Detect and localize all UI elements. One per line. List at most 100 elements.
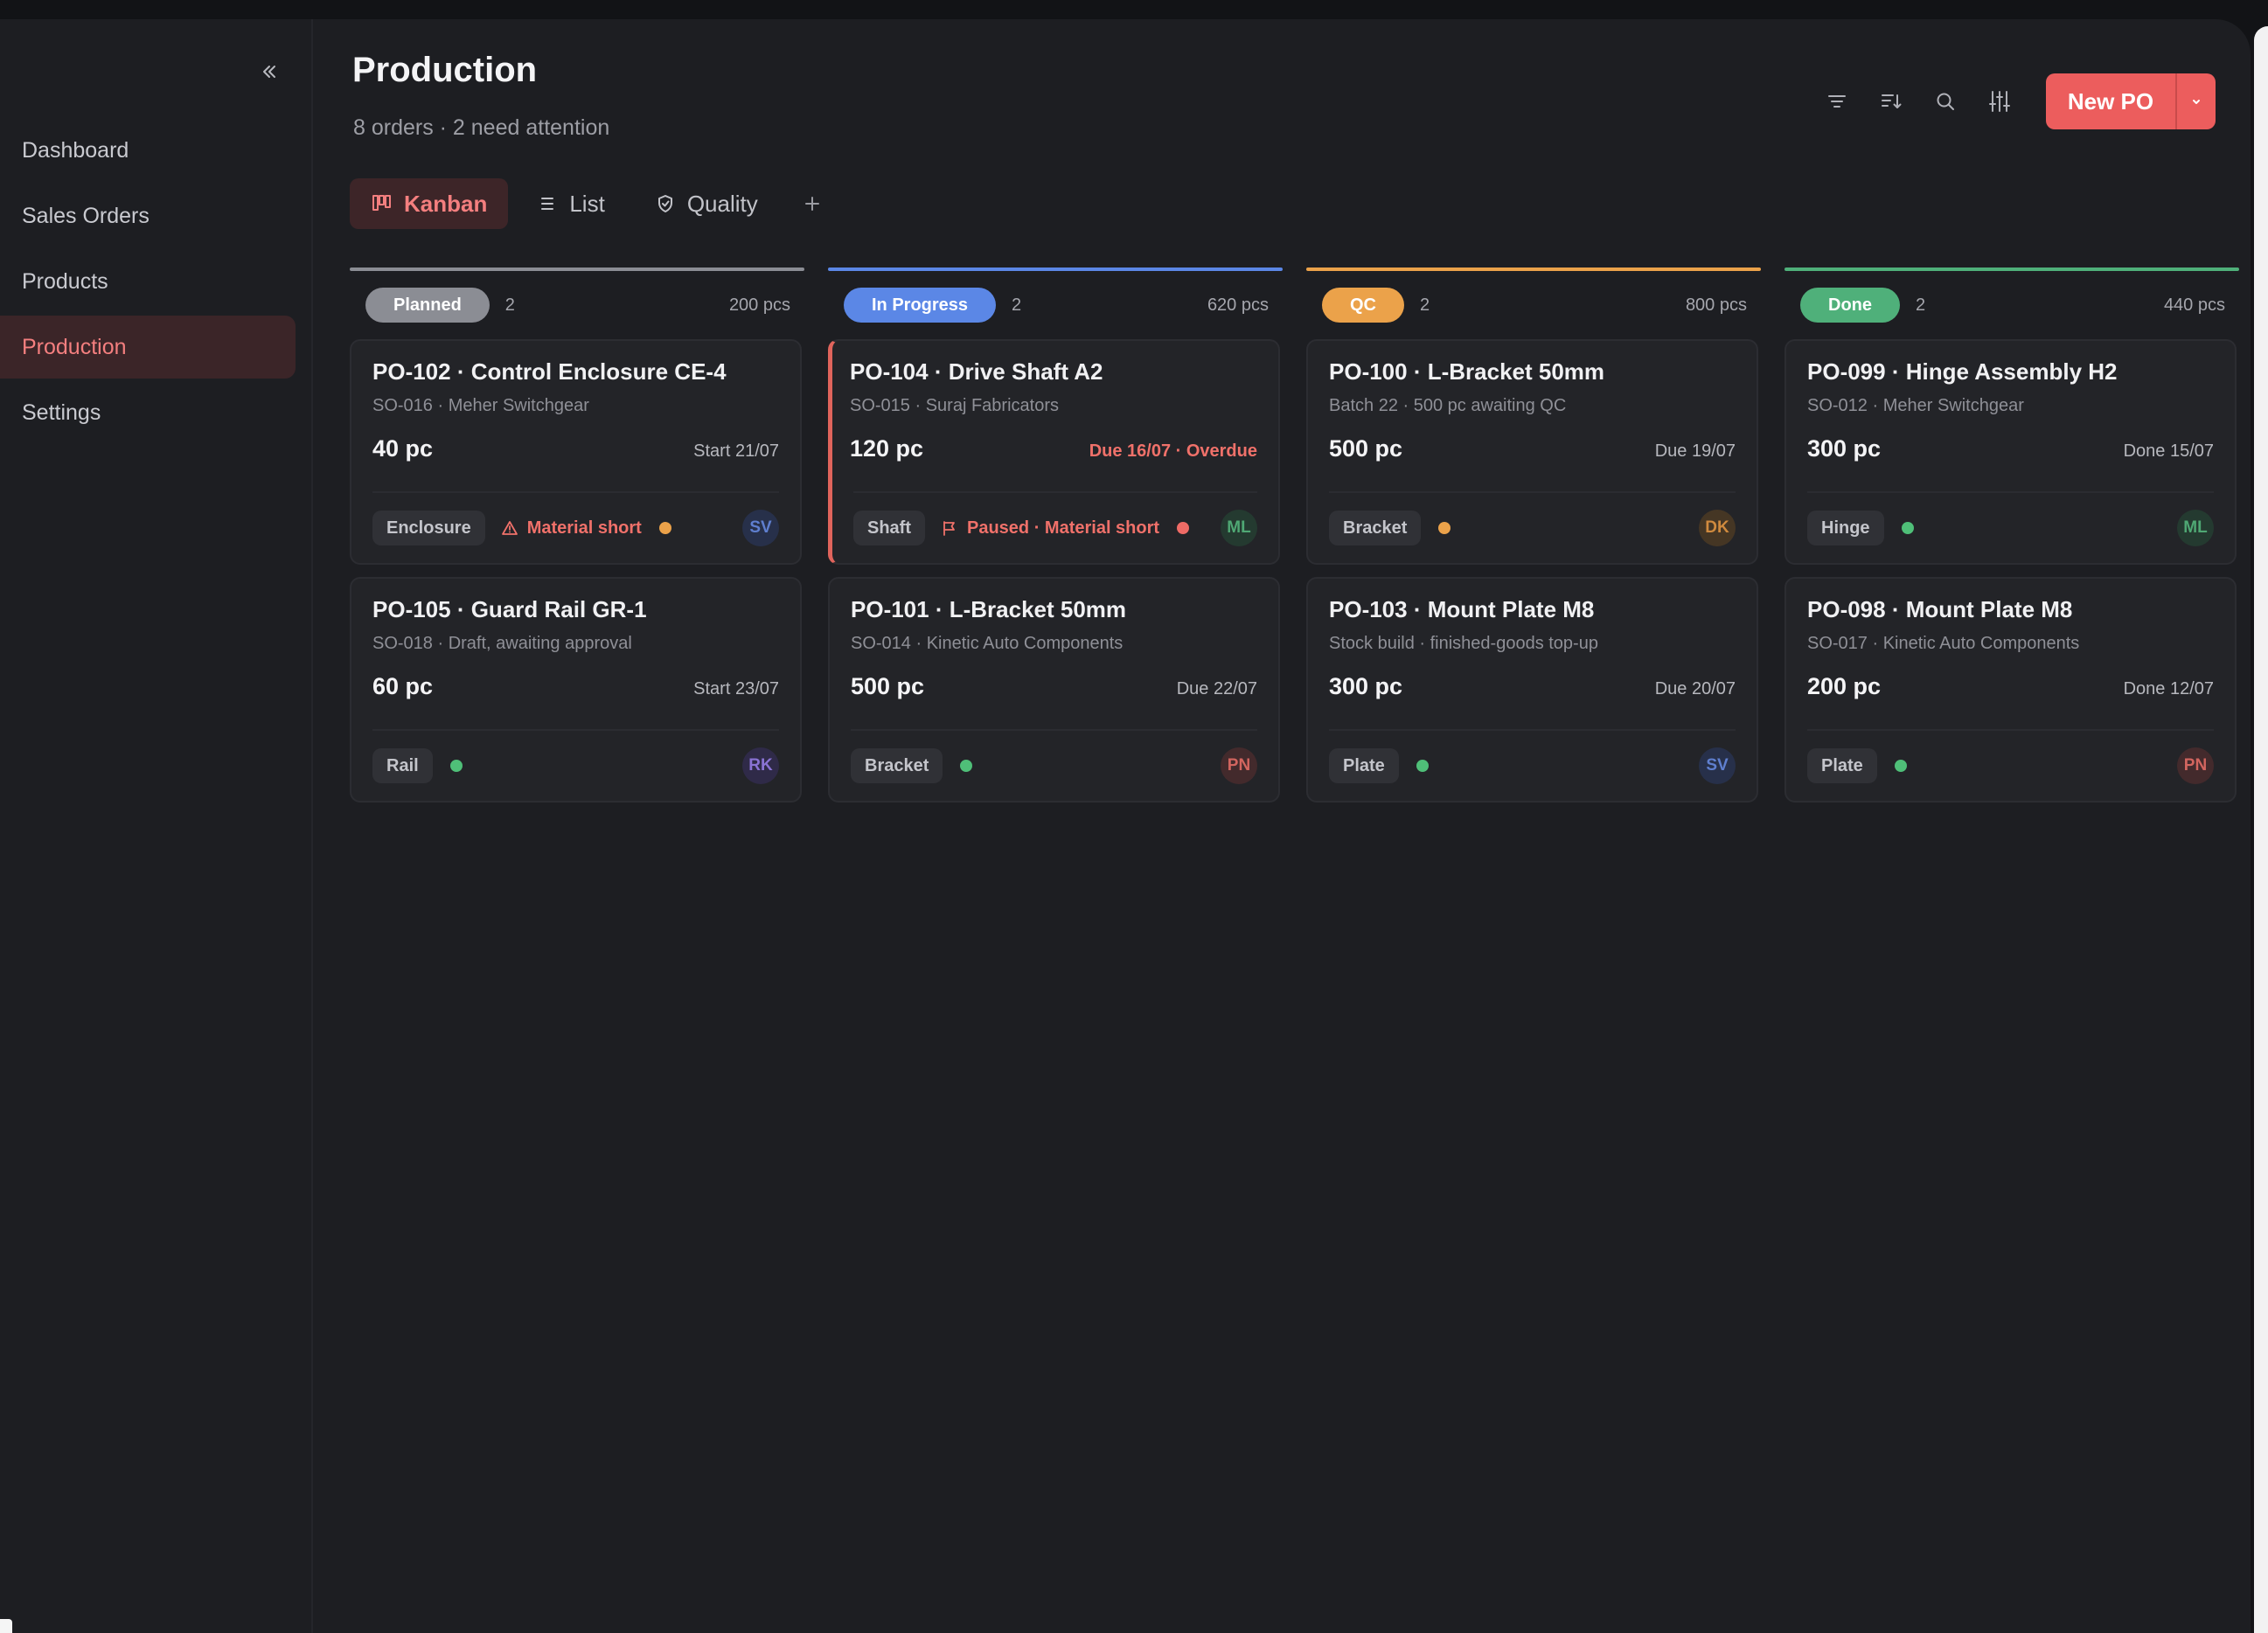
tab-quality[interactable]: Quality: [635, 178, 779, 229]
card-quantity: 500 pc: [1329, 435, 1403, 462]
card-date: Done 15/07: [2123, 441, 2214, 461]
order-card[interactable]: PO-103 · Mount Plate M8 Stock build · fi…: [1306, 577, 1758, 803]
tab-label: List: [569, 190, 605, 217]
sidebar-item-production[interactable]: Production: [0, 316, 296, 379]
avatar[interactable]: DK: [1699, 510, 1736, 546]
sidebar-item-label: Dashboard: [22, 137, 129, 163]
card-date: Done 12/07: [2123, 679, 2214, 698]
status-dot: [1894, 760, 1907, 772]
avatar[interactable]: SV: [742, 510, 779, 546]
avatar[interactable]: PN: [1221, 747, 1257, 784]
chevron-down-icon[interactable]: [2175, 73, 2216, 129]
card-subtitle: SO-018 · Draft, awaiting approval: [372, 634, 632, 653]
order-card[interactable]: PO-099 · Hinge Assembly H2 SO-012 · Mehe…: [1784, 339, 2237, 565]
column-header: Done 2 440 pcs: [1784, 271, 2239, 339]
status-dot: [1416, 760, 1429, 772]
filter-icon[interactable]: [1810, 74, 1864, 129]
status-badge: Done: [1800, 288, 1900, 323]
card-subtitle: Batch 22 · 500 pc awaiting QC: [1329, 396, 1567, 415]
avatar[interactable]: RK: [742, 747, 779, 784]
card-title: PO-102 · Control Enclosure CE-4: [372, 358, 727, 385]
status-dot: [960, 760, 973, 772]
card-quantity: 300 pc: [1329, 673, 1403, 699]
card-date: Due 16/07 · Overdue: [1089, 441, 1257, 461]
status-dot: [1177, 522, 1190, 534]
column-total: 800 pcs: [1685, 295, 1747, 315]
product-tag: Plate: [1329, 748, 1399, 783]
card-subtitle: SO-015 · Suraj Fabricators: [850, 396, 1059, 415]
sidebar-item-label: Sales Orders: [22, 203, 150, 228]
avatar[interactable]: SV: [1699, 747, 1736, 784]
status-badge: In Progress: [844, 288, 997, 323]
card-divider: [853, 491, 1257, 493]
card-date: Start 21/07: [693, 441, 779, 461]
screen-corner: [0, 1619, 12, 1633]
avatar[interactable]: ML: [1221, 510, 1257, 546]
card-quantity: 300 pc: [1807, 435, 1882, 462]
warning-triangle-icon: [501, 519, 518, 537]
chevrons-left-icon[interactable]: [254, 56, 285, 87]
shield-check-icon: [656, 194, 675, 213]
status-dot: [1438, 522, 1451, 534]
card-title: PO-098 · Mount Plate M8: [1807, 596, 2073, 622]
sort-icon[interactable]: [1864, 74, 1918, 129]
card-quantity: 200 pc: [1807, 673, 1882, 699]
order-card[interactable]: PO-100 · L-Bracket 50mm Batch 22 · 500 p…: [1306, 339, 1758, 565]
card-title: PO-100 · L-Bracket 50mm: [1329, 358, 1605, 385]
search-icon[interactable]: [1918, 74, 1972, 129]
status-badge: Planned: [365, 288, 490, 323]
product-tag: Plate: [1807, 748, 1877, 783]
column-total: 440 pcs: [2163, 295, 2225, 315]
list-icon: [538, 194, 557, 213]
sidebar: Dashboard Sales Orders Products Producti…: [0, 19, 313, 1633]
sidebar-nav: Dashboard Sales Orders Products Producti…: [0, 119, 297, 447]
order-card[interactable]: PO-102 · Control Enclosure CE-4 SO-016 ·…: [350, 339, 802, 565]
order-card[interactable]: PO-101 · L-Bracket 50mm SO-014 · Kinetic…: [828, 577, 1280, 803]
card-divider: [372, 491, 779, 493]
column-done: Done 2 440 pcs PO-099 · Hinge Assembly H…: [1784, 268, 2239, 815]
product-tag: Bracket: [1329, 511, 1422, 545]
adjacent-window-edge: [2254, 26, 2268, 1633]
kanban-board: Planned 2 200 pcs PO-102 · Control Enclo…: [350, 268, 2239, 815]
card-date: Due 19/07: [1654, 441, 1736, 461]
page-title: Production: [352, 51, 538, 89]
sliders-icon[interactable]: [1972, 74, 2027, 129]
card-title: PO-104 · Drive Shaft A2: [850, 358, 1103, 385]
sidebar-item-settings[interactable]: Settings: [0, 381, 297, 444]
card-title: PO-105 · Guard Rail GR-1: [372, 596, 647, 622]
card-quantity: 40 pc: [372, 435, 434, 462]
product-tag: Bracket: [851, 748, 943, 783]
avatar[interactable]: ML: [2177, 510, 2214, 546]
product-tag: Rail: [372, 748, 433, 783]
card-quantity: 60 pc: [372, 673, 434, 699]
tab-label: Quality: [686, 190, 758, 217]
order-card[interactable]: PO-105 · Guard Rail GR-1 SO-018 · Draft,…: [350, 577, 802, 803]
sidebar-item-label: Products: [22, 268, 108, 294]
card-title: PO-103 · Mount Plate M8: [1329, 596, 1595, 622]
card-divider: [851, 729, 1257, 731]
column-qc: QC 2 800 pcs PO-100 · L-Bracket 50mm Bat…: [1306, 268, 1761, 815]
warning-text: Material short: [526, 518, 642, 538]
new-po-button[interactable]: New PO: [2046, 73, 2175, 129]
column-planned: Planned 2 200 pcs PO-102 · Control Enclo…: [350, 268, 804, 815]
sidebar-item-products[interactable]: Products: [0, 250, 297, 313]
sidebar-item-label: Production: [22, 334, 127, 359]
status-dot: [1901, 522, 1914, 534]
status-badge: QC: [1322, 288, 1404, 323]
card-subtitle: SO-017 · Kinetic Auto Components: [1807, 634, 2080, 653]
tab-list[interactable]: List: [517, 178, 625, 229]
product-tag: Enclosure: [372, 511, 485, 545]
column-count: 2: [1012, 295, 1022, 315]
tab-kanban[interactable]: Kanban: [350, 178, 509, 229]
card-subtitle: SO-014 · Kinetic Auto Components: [851, 634, 1124, 653]
main-content: Production 8 orders · 2 need attention N…: [315, 19, 2251, 1633]
order-card[interactable]: PO-104 · Drive Shaft A2 SO-015 · Suraj F…: [828, 339, 1280, 565]
order-card[interactable]: PO-098 · Mount Plate M8 SO-017 · Kinetic…: [1784, 577, 2237, 803]
avatar[interactable]: PN: [2177, 747, 2214, 784]
sidebar-item-dashboard[interactable]: Dashboard: [0, 119, 297, 182]
sidebar-item-sales-orders[interactable]: Sales Orders: [0, 184, 297, 247]
add-view-icon[interactable]: [795, 186, 830, 221]
card-title: PO-101 · L-Bracket 50mm: [851, 596, 1127, 622]
card-title: PO-099 · Hinge Assembly H2: [1807, 358, 2118, 385]
card-date: Start 23/07: [693, 679, 779, 698]
